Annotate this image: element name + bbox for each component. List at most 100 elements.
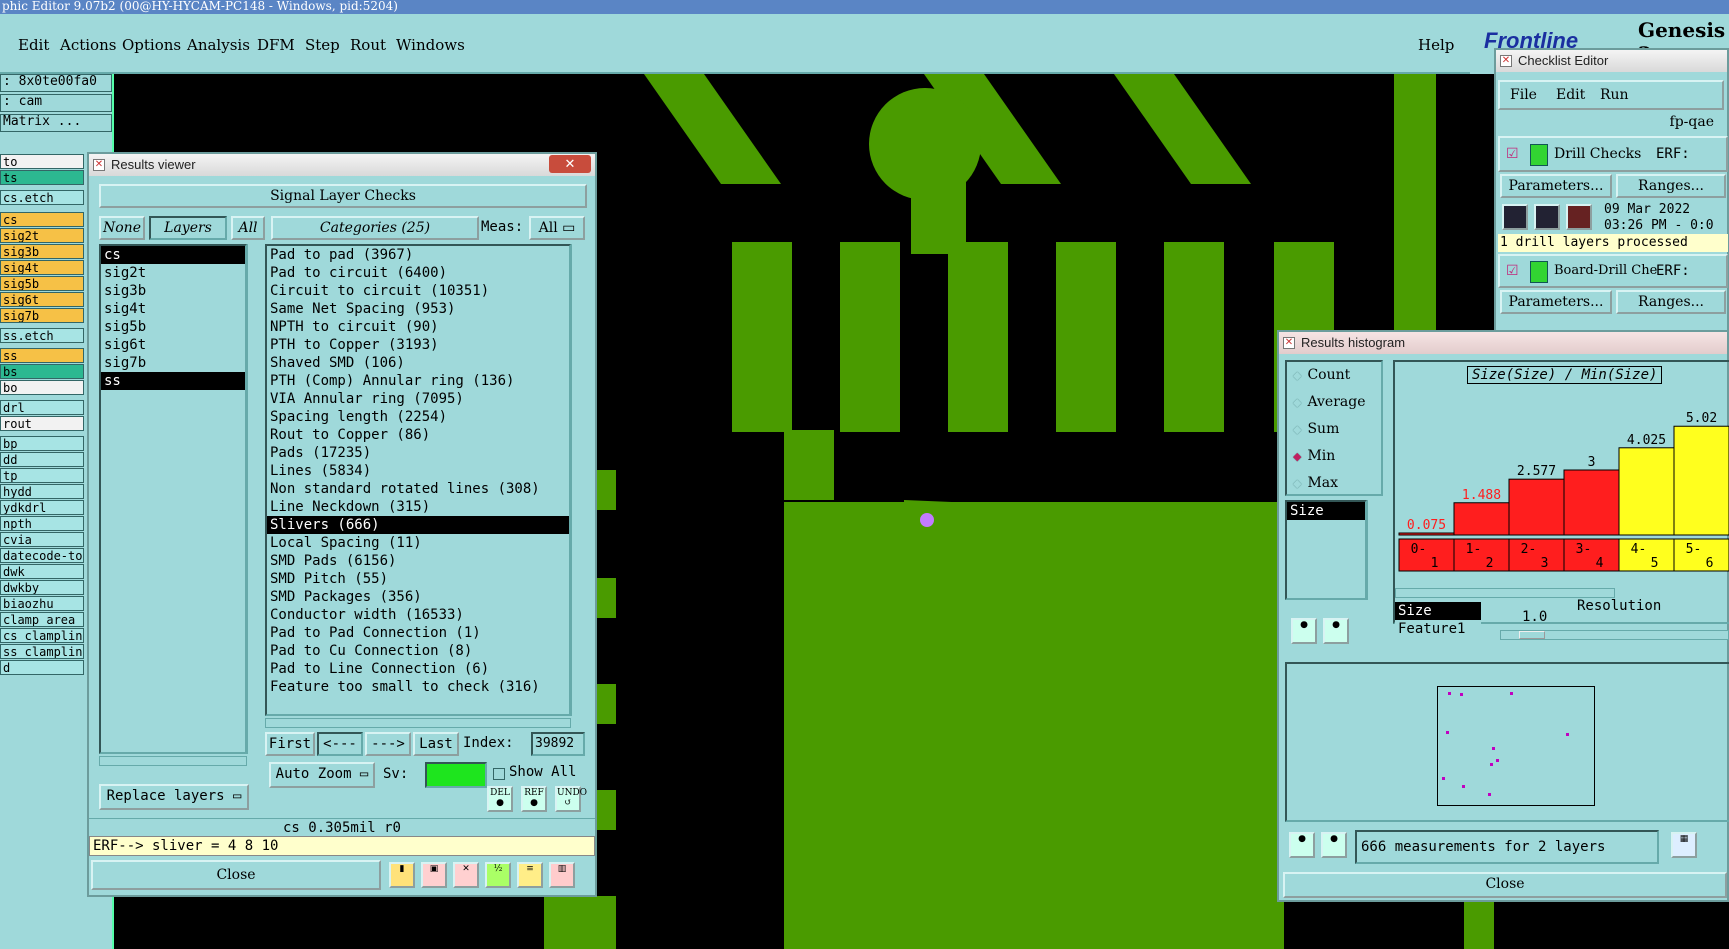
- next-button[interactable]: --->: [365, 732, 411, 756]
- category-cell[interactable]: [1618, 538, 1675, 572]
- layer-row[interactable]: : cam: [0, 94, 112, 112]
- category-list-item[interactable]: Feature too small to check (316): [267, 678, 569, 696]
- del-icon[interactable]: ●: [1291, 618, 1317, 644]
- category-list-item[interactable]: Spacing length (2254): [267, 408, 569, 426]
- index-field[interactable]: 39892: [531, 732, 585, 756]
- board-overview-map[interactable]: [1437, 686, 1595, 806]
- ref-icon[interactable]: ●: [1323, 618, 1349, 644]
- layer-row[interactable]: datecode-to: [0, 548, 84, 563]
- layer-row[interactable]: ss.etch: [0, 328, 84, 343]
- layer-row[interactable]: cs.etch: [0, 190, 84, 205]
- category-list-item[interactable]: Lines (5834): [267, 462, 569, 480]
- menu-step[interactable]: Step: [305, 36, 340, 54]
- menu-help[interactable]: Help: [1418, 36, 1454, 54]
- check-icon[interactable]: ☑: [1506, 263, 1519, 279]
- category-list-item[interactable]: Pad to circuit (6400): [267, 264, 569, 282]
- layer-list-item[interactable]: cs: [101, 246, 245, 264]
- menu-rout[interactable]: Rout: [350, 36, 386, 54]
- category-list-item[interactable]: Local Spacing (11): [267, 534, 569, 552]
- run-partial-icon[interactable]: [1534, 204, 1560, 230]
- stat-option[interactable]: ◆ Average: [1287, 389, 1381, 416]
- category-list-item[interactable]: Pad to pad (3967): [267, 246, 569, 264]
- menu-dfm[interactable]: DFM: [257, 36, 295, 54]
- layer-row[interactable]: biaozhu: [0, 596, 84, 611]
- stop-icon[interactable]: [1566, 204, 1592, 230]
- number-icon[interactable]: ½: [485, 862, 511, 888]
- category-cell[interactable]: [1508, 538, 1565, 572]
- layer-row[interactable]: : 8x0te00fa0: [0, 74, 112, 92]
- layer-row[interactable]: cs_clampline: [0, 628, 84, 643]
- ranges-button[interactable]: Ranges...: [1616, 174, 1726, 198]
- layer-row[interactable]: sig6t: [0, 292, 84, 307]
- radio-icon[interactable]: ◆: [1293, 396, 1301, 409]
- none-button[interactable]: None: [99, 216, 145, 240]
- layer-list-item[interactable]: ss: [101, 372, 245, 390]
- category-list-item[interactable]: SMD Pitch (55): [267, 570, 569, 588]
- histogram-bar[interactable]: [1673, 425, 1729, 536]
- resolution-slider[interactable]: [1500, 630, 1729, 640]
- category-list-item[interactable]: Non standard rotated lines (308): [267, 480, 569, 498]
- res-list-item[interactable]: Feature1: [1395, 620, 1481, 638]
- layers-button[interactable]: Layers: [149, 216, 227, 240]
- layer-row[interactable]: sig2t: [0, 228, 84, 243]
- layer-row[interactable]: ss_clampline: [0, 644, 84, 659]
- menu-actions[interactable]: Actions: [60, 36, 116, 54]
- radio-icon[interactable]: ◆: [1293, 450, 1301, 463]
- layer-row[interactable]: bs: [0, 364, 84, 379]
- show-all-checkbox[interactable]: [493, 768, 505, 780]
- layer-list-item[interactable]: sig4t: [101, 300, 245, 318]
- layer-row[interactable]: d: [0, 660, 84, 675]
- histogram-close-button[interactable]: Close: [1283, 872, 1727, 898]
- layer-row[interactable]: bp: [0, 436, 84, 451]
- export-icon[interactable]: ▦: [1671, 832, 1697, 858]
- menu-analysis[interactable]: Analysis: [187, 36, 250, 54]
- radio-icon[interactable]: ◆: [1293, 369, 1301, 382]
- category-cell[interactable]: [1673, 538, 1729, 572]
- category-cell[interactable]: [1563, 538, 1620, 572]
- category-list-item[interactable]: Shaved SMD (106): [267, 354, 569, 372]
- category-list-item[interactable]: NPTH to circuit (90): [267, 318, 569, 336]
- layer-list-item[interactable]: sig5b: [101, 318, 245, 336]
- layer-row[interactable]: hydd: [0, 484, 84, 499]
- menu-edit[interactable]: Edit: [18, 36, 49, 54]
- category-cell[interactable]: [1398, 538, 1455, 572]
- all-layers-button[interactable]: All: [231, 216, 265, 240]
- layer-list-item[interactable]: sig6t: [101, 336, 245, 354]
- layer-row[interactable]: drl: [0, 400, 84, 415]
- layer-row[interactable]: dd: [0, 452, 84, 467]
- category-list-item[interactable]: Rout to Copper (86): [267, 426, 569, 444]
- category-list-item[interactable]: Circuit to circuit (10351): [267, 282, 569, 300]
- auto-zoom-dropdown[interactable]: Auto Zoom ▭: [269, 762, 375, 788]
- category-list-item[interactable]: Pad to Line Connection (6): [267, 660, 569, 678]
- close-icon[interactable]: ✕: [549, 155, 591, 173]
- menu-windows[interactable]: Windows: [396, 36, 465, 54]
- category-list-item[interactable]: Conductor width (16533): [267, 606, 569, 624]
- run-icon[interactable]: [1502, 204, 1528, 230]
- category-list-item[interactable]: PTH to Copper (3193): [267, 336, 569, 354]
- layer-list-item[interactable]: sig2t: [101, 264, 245, 282]
- layer-row[interactable]: cvia: [0, 532, 84, 547]
- checklist-menu-edit[interactable]: Edit: [1556, 87, 1585, 103]
- field-list-item[interactable]: Size: [1287, 502, 1365, 520]
- layer-row[interactable]: sig3b: [0, 244, 84, 259]
- field-scrollbar[interactable]: [1367, 500, 1379, 600]
- layer-list-item[interactable]: sig7b: [101, 354, 245, 372]
- meas-dropdown[interactable]: All ▭: [529, 216, 585, 240]
- field-list[interactable]: Size: [1285, 500, 1367, 600]
- parameters-button[interactable]: Parameters...: [1500, 174, 1612, 198]
- sv-color-dropdown[interactable]: [425, 762, 487, 788]
- category-list-item[interactable]: Pad to Pad Connection (1): [267, 624, 569, 642]
- histogram-bar[interactable]: [1508, 478, 1565, 536]
- layer-row[interactable]: npth: [0, 516, 84, 531]
- category-list-item[interactable]: Slivers (666): [267, 516, 569, 534]
- layer-row[interactable]: clamp_area: [0, 612, 84, 627]
- category-list-item[interactable]: SMD Packages (356): [267, 588, 569, 606]
- report-icon[interactable]: ▣: [421, 862, 447, 888]
- check-icon[interactable]: ☑: [1506, 146, 1519, 162]
- ranges-button[interactable]: Ranges...: [1616, 290, 1726, 314]
- layers-list[interactable]: cs sig2t sig3b sig4t sig5b sig6t sig7b ss: [99, 244, 247, 754]
- category-list-item[interactable]: SMD Pads (6156): [267, 552, 569, 570]
- notes-icon[interactable]: ≡: [517, 862, 543, 888]
- layer-row[interactable]: dwk: [0, 564, 84, 579]
- layer-row[interactable]: sig4t: [0, 260, 84, 275]
